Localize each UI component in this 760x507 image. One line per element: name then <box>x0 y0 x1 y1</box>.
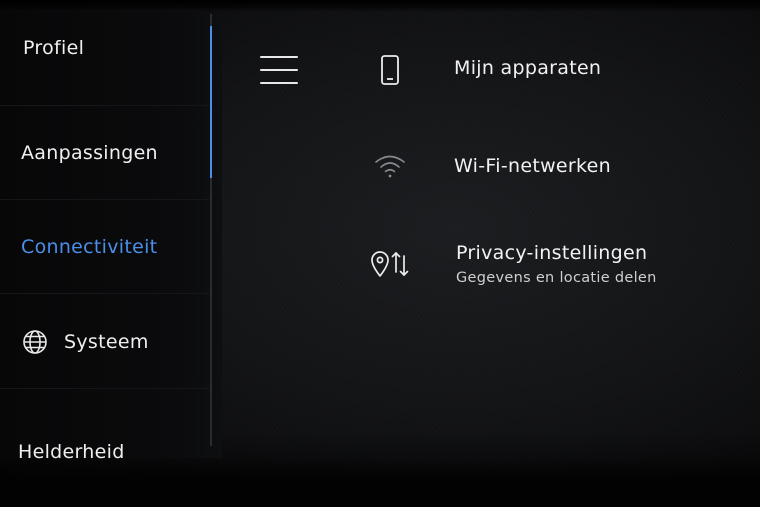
row-title: Mijn apparaten <box>454 57 602 79</box>
location-sharing-icon <box>360 244 420 284</box>
sidebar: Profiel Aanpassingen Connectiviteit Syst… <box>0 12 222 463</box>
settings-row-mijn-apparaten[interactable]: Mijn apparaten <box>360 50 740 90</box>
row-title: Wi-Fi-netwerken <box>454 155 611 177</box>
sidebar-item-label: Connectiviteit <box>21 235 158 258</box>
smartphone-icon <box>360 50 420 90</box>
sidebar-item-label: Systeem <box>64 330 149 353</box>
settings-row-privacy-instellingen[interactable]: Privacy-instellingen Gegevens en locatie… <box>360 240 740 296</box>
wifi-icon <box>360 146 420 186</box>
globe-icon <box>22 329 48 355</box>
sidebar-item-profiel[interactable]: Profiel <box>0 12 210 106</box>
sidebar-item-systeem[interactable]: Systeem <box>0 295 210 389</box>
sidebar-item-aanpassingen[interactable]: Aanpassingen <box>0 106 210 200</box>
sidebar-item-label: Profiel <box>23 36 85 59</box>
sidebar-item-label: Aanpassingen <box>21 141 158 164</box>
settings-row-wifi-netwerken[interactable]: Wi-Fi-netwerken <box>360 146 740 186</box>
row-title: Privacy-instellingen <box>456 242 648 264</box>
sidebar-item-connectiviteit[interactable]: Connectiviteit <box>0 200 210 294</box>
sidebar-scrollbar[interactable] <box>210 26 212 178</box>
row-subtitle: Gegevens en locatie delen <box>456 270 657 286</box>
top-bezel-shadow <box>0 0 760 12</box>
hamburger-menu-icon[interactable] <box>258 52 300 88</box>
bottom-bezel-shadow <box>0 458 760 507</box>
